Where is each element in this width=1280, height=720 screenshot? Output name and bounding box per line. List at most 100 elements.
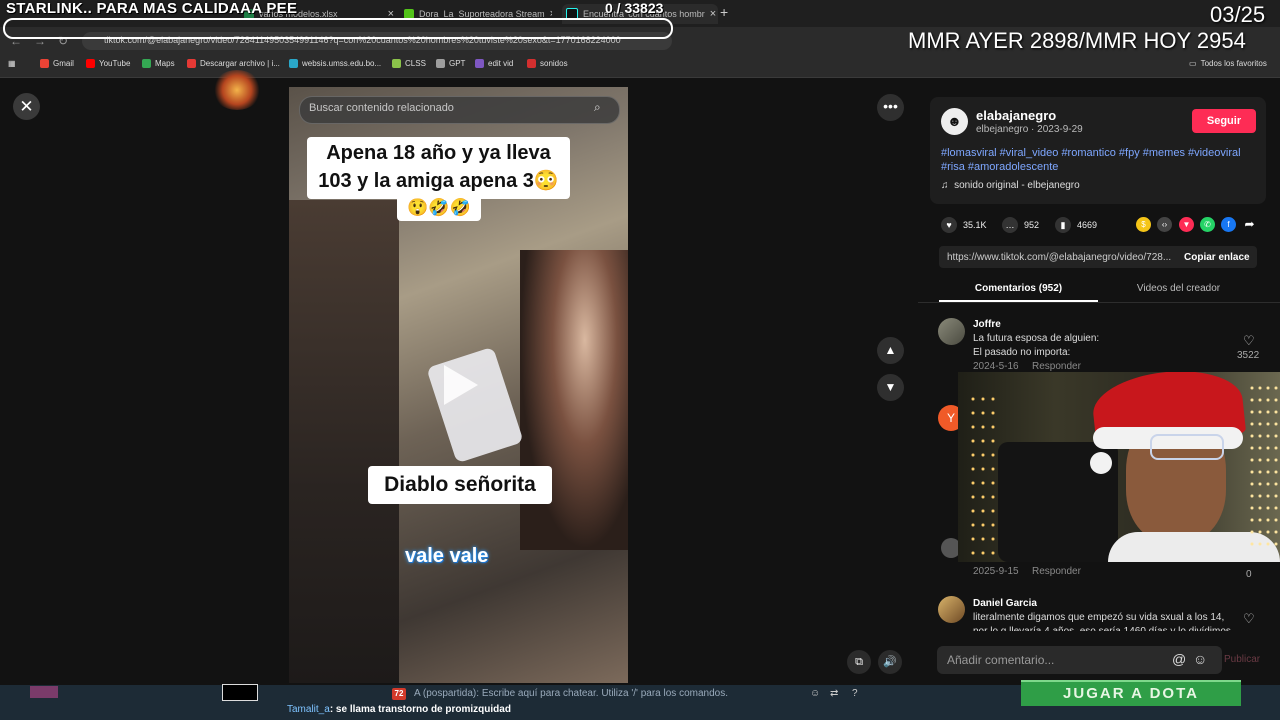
comment-placeholder[interactable]: Añadir comentario... <box>947 653 1054 667</box>
maps-icon <box>142 59 151 68</box>
rank-emblem-icon <box>212 70 262 110</box>
bookmark-label: edit vid <box>488 59 514 68</box>
bookmark-sonidos[interactable]: sonidos <box>527 59 568 68</box>
bookmark-clss[interactable]: CLSS <box>392 59 426 68</box>
video-caption-subtitle: vale vale <box>405 545 489 567</box>
tab-comments[interactable]: Comentarios (952) <box>939 283 1098 294</box>
video-caption: Apena 18 año y ya lleva 103 y la amiga a… <box>307 137 570 199</box>
christmas-lights <box>968 392 998 562</box>
tab-creator-videos[interactable]: Videos del creador <box>1099 283 1258 294</box>
chat-badge: 72 <box>392 688 406 700</box>
chevron-down-icon[interactable]: ▼ <box>877 374 904 401</box>
heart-outline-icon[interactable]: ♡ <box>1243 333 1255 349</box>
sonidos-icon <box>527 59 536 68</box>
download-icon <box>187 59 196 68</box>
coin-icon[interactable]: $ <box>1136 217 1151 232</box>
bookmark-maps[interactable]: Maps <box>142 59 175 68</box>
bookmark-label: YouTube <box>99 59 131 68</box>
christmas-lights <box>1248 382 1280 552</box>
edit-vid-icon <box>475 59 484 68</box>
heart-outline-icon[interactable]: ♡ <box>1243 611 1255 627</box>
comment-text: literalmente digamos que empezó su vida … <box>973 612 1231 631</box>
emoji-icon[interactable]: ☺ <box>1193 651 1207 667</box>
bookmark-gmail[interactable]: Gmail <box>40 59 74 68</box>
author-username[interactable]: elabajanegro <box>976 108 1056 123</box>
comment-like-count: 0 <box>1246 569 1252 580</box>
facebook-icon[interactable]: f <box>1221 217 1236 232</box>
like-count: 35.1K <box>963 220 987 230</box>
highlight-outline <box>3 18 673 39</box>
comment-author[interactable]: Joffre <box>973 319 1001 330</box>
stream-title-overlay: STARLINK.. PARA MAS CALIDAAA PEE <box>6 0 298 17</box>
comment-avatar[interactable] <box>938 596 965 623</box>
reply-button[interactable]: Responder <box>1032 361 1081 372</box>
sound-label: sonido original - elbejanegro <box>954 180 1080 191</box>
volume-icon[interactable]: 🔊 <box>878 650 902 674</box>
hotkey-slot <box>222 684 258 701</box>
share-arrow-icon[interactable]: ➦ <box>1242 217 1257 232</box>
apps-grid-icon[interactable]: ▦ <box>8 59 16 68</box>
comment-icon: … <box>1002 217 1018 233</box>
copy-link-button[interactable]: Copiar enlace <box>1184 252 1250 263</box>
chat-user[interactable]: Tamalit_a <box>287 704 330 715</box>
hero-portrait <box>30 686 58 698</box>
video-caption: Diablo señorita <box>368 466 552 504</box>
author-subline: elbejanegro · 2023-9-29 <box>976 124 1083 135</box>
bookmark-descargar[interactable]: Descargar archivo | i... <box>187 59 280 68</box>
video-caption-emojis: 😲🤣🤣 <box>397 195 481 221</box>
bookmark-icon: ▮ <box>1055 217 1071 233</box>
bookmark-youtube[interactable]: YouTube <box>86 59 130 68</box>
close-tab-icon[interactable]: × <box>710 8 716 20</box>
websis-icon <box>289 59 298 68</box>
sound-link[interactable]: ♫ sonido original - elbejanegro <box>941 180 1080 191</box>
video-link[interactable]: https://www.tiktok.com/@elabajanegro/vid… <box>947 252 1175 263</box>
like-stat[interactable]: ♥ 35.1K <box>941 217 987 233</box>
save-count: 4669 <box>1077 220 1098 230</box>
bookmark-label: sonidos <box>540 59 568 68</box>
whatsapp-icon[interactable]: ✆ <box>1200 217 1215 232</box>
translate-icon[interactable]: ⇄ <box>830 688 838 699</box>
comment-date: 2024-5-16 <box>973 361 1019 372</box>
bookmark-gpt[interactable]: GPT <box>436 59 465 68</box>
save-stat[interactable]: ▮ 4669 <box>1055 217 1097 233</box>
send-icon[interactable]: ▼ <box>1179 217 1194 232</box>
more-options-icon[interactable]: ••• <box>877 94 904 121</box>
play-dota-button[interactable]: JUGAR A DOTA <box>1021 680 1241 706</box>
comment-count: 952 <box>1024 220 1040 230</box>
mention-icon[interactable]: @ <box>1172 651 1186 667</box>
comment-avatar[interactable] <box>938 318 965 345</box>
comment-text: La futura esposa de alguien: El pasado n… <box>973 333 1100 358</box>
help-icon[interactable]: ? <box>852 688 858 699</box>
play-icon[interactable] <box>444 365 478 405</box>
new-tab-button[interactable]: + <box>720 4 728 20</box>
chat-input[interactable]: A (pospartida): Escribe aquí para chatea… <box>414 688 728 699</box>
glasses <box>1150 434 1224 460</box>
webcam-overlay <box>958 372 1280 562</box>
music-note-icon: ♫ <box>941 180 955 191</box>
chevron-up-icon[interactable]: ▲ <box>877 337 904 364</box>
picture-in-picture-icon[interactable]: ⧉ <box>847 650 871 674</box>
stream-counter-overlay: 0 / 33823 <box>605 0 664 16</box>
bookmark-label: Gmail <box>53 59 74 68</box>
all-bookmarks[interactable]: ▭ Todos los favoritos <box>1189 59 1267 68</box>
reply-button[interactable]: Responder <box>1032 566 1081 577</box>
follow-button[interactable]: Seguir <box>1192 109 1256 133</box>
embed-icon[interactable]: ‹› <box>1157 217 1172 232</box>
santa-hat-pompom <box>1090 452 1112 474</box>
comment-stat[interactable]: … 952 <box>1002 217 1039 233</box>
bookmark-label: GPT <box>449 59 466 68</box>
avatar[interactable]: ☻ <box>941 108 968 135</box>
video-search-placeholder[interactable]: Buscar contenido relacionado <box>309 102 454 114</box>
bookmark-websis[interactable]: websis.umss.edu.bo... <box>289 59 381 68</box>
comment-author[interactable]: Daniel Garcia <box>973 598 1037 609</box>
hashtags[interactable]: #lomasviral #viral_video #romantico #fpy… <box>941 146 1257 174</box>
publish-button[interactable]: Publicar <box>1224 654 1260 665</box>
bookmark-label: Maps <box>155 59 175 68</box>
bookmark-edit-vid[interactable]: edit vid <box>475 59 513 68</box>
gmail-icon <box>40 59 49 68</box>
close-icon[interactable]: ✕ <box>13 93 40 120</box>
search-icon[interactable]: ⌕ <box>594 100 601 115</box>
chat-message: Tamalit_a: se llama transtorno de promiz… <box>287 704 511 715</box>
gpt-icon <box>436 59 445 68</box>
emoji-icon[interactable]: ☺ <box>810 688 820 699</box>
